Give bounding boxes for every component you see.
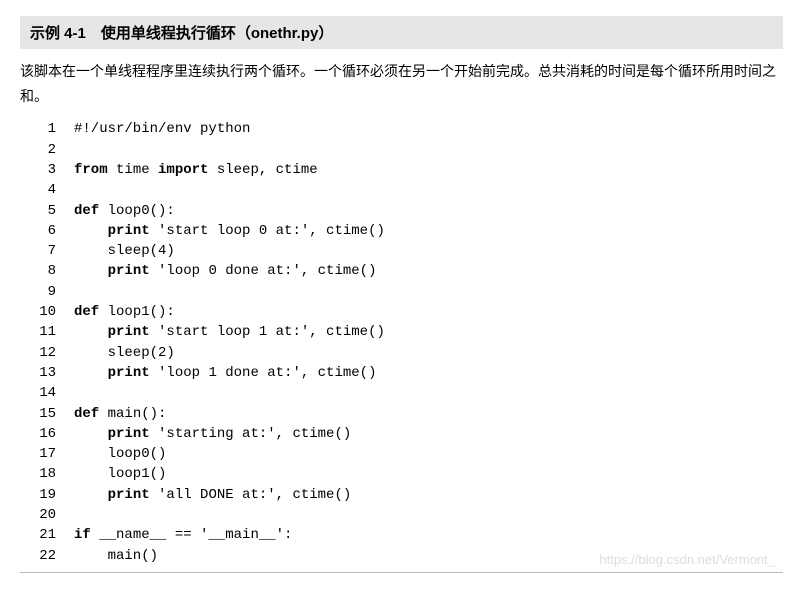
line-number: 10 bbox=[20, 302, 74, 322]
code-text: print 'loop 1 done at:', ctime() bbox=[74, 363, 783, 383]
code-line: 12 sleep(2) bbox=[20, 343, 783, 363]
line-number: 15 bbox=[20, 404, 74, 424]
code-text bbox=[74, 383, 783, 403]
code-text bbox=[74, 180, 783, 200]
code-line: 2 bbox=[20, 140, 783, 160]
example-title: 示例 4-1 使用单线程执行循环（onethr.py） bbox=[20, 16, 783, 49]
line-number: 6 bbox=[20, 221, 74, 241]
code-text: def loop0(): bbox=[74, 201, 783, 221]
code-line: 1#!/usr/bin/env python bbox=[20, 119, 783, 139]
line-number: 14 bbox=[20, 383, 74, 403]
code-text: sleep(4) bbox=[74, 241, 783, 261]
line-number: 16 bbox=[20, 424, 74, 444]
code-text bbox=[74, 282, 783, 302]
code-text: if __name__ == '__main__': bbox=[74, 525, 783, 545]
code-line: 7 sleep(4) bbox=[20, 241, 783, 261]
code-text: print 'loop 0 done at:', ctime() bbox=[74, 261, 783, 281]
code-line: 22 main() bbox=[20, 546, 783, 566]
code-line: 4 bbox=[20, 180, 783, 200]
code-text: loop0() bbox=[74, 444, 783, 464]
code-text: print 'starting at:', ctime() bbox=[74, 424, 783, 444]
code-text: print 'start loop 1 at:', ctime() bbox=[74, 322, 783, 342]
example-description: 该脚本在一个单线程程序里连续执行两个循环。一个循环必须在另一个开始前完成。总共消… bbox=[20, 59, 783, 109]
line-number: 9 bbox=[20, 282, 74, 302]
line-number: 18 bbox=[20, 464, 74, 484]
line-number: 20 bbox=[20, 505, 74, 525]
code-line: 3from time import sleep, ctime bbox=[20, 160, 783, 180]
code-line: 19 print 'all DONE at:', ctime() bbox=[20, 485, 783, 505]
code-listing: 1#!/usr/bin/env python23from time import… bbox=[20, 119, 783, 573]
code-line: 8 print 'loop 0 done at:', ctime() bbox=[20, 261, 783, 281]
line-number: 2 bbox=[20, 140, 74, 160]
code-text bbox=[74, 140, 783, 160]
code-line: 6 print 'start loop 0 at:', ctime() bbox=[20, 221, 783, 241]
code-line: 16 print 'starting at:', ctime() bbox=[20, 424, 783, 444]
code-text: main() bbox=[74, 546, 783, 566]
code-text: loop1() bbox=[74, 464, 783, 484]
code-line: 20 bbox=[20, 505, 783, 525]
line-number: 1 bbox=[20, 119, 74, 139]
line-number: 4 bbox=[20, 180, 74, 200]
line-number: 19 bbox=[20, 485, 74, 505]
code-line: 11 print 'start loop 1 at:', ctime() bbox=[20, 322, 783, 342]
line-number: 5 bbox=[20, 201, 74, 221]
code-text: def main(): bbox=[74, 404, 783, 424]
line-number: 7 bbox=[20, 241, 74, 261]
code-text: def loop1(): bbox=[74, 302, 783, 322]
line-number: 3 bbox=[20, 160, 74, 180]
line-number: 8 bbox=[20, 261, 74, 281]
code-text bbox=[74, 505, 783, 525]
code-line: 5def loop0(): bbox=[20, 201, 783, 221]
line-number: 21 bbox=[20, 525, 74, 545]
code-line: 21if __name__ == '__main__': bbox=[20, 525, 783, 545]
code-text: sleep(2) bbox=[74, 343, 783, 363]
code-line: 9 bbox=[20, 282, 783, 302]
code-text: from time import sleep, ctime bbox=[74, 160, 783, 180]
line-number: 12 bbox=[20, 343, 74, 363]
code-line: 18 loop1() bbox=[20, 464, 783, 484]
line-number: 22 bbox=[20, 546, 74, 566]
code-line: 14 bbox=[20, 383, 783, 403]
code-line: 15def main(): bbox=[20, 404, 783, 424]
code-text: #!/usr/bin/env python bbox=[74, 119, 783, 139]
code-line: 10def loop1(): bbox=[20, 302, 783, 322]
line-number: 11 bbox=[20, 322, 74, 342]
code-line: 13 print 'loop 1 done at:', ctime() bbox=[20, 363, 783, 383]
line-number: 13 bbox=[20, 363, 74, 383]
code-line: 17 loop0() bbox=[20, 444, 783, 464]
code-text: print 'start loop 0 at:', ctime() bbox=[74, 221, 783, 241]
code-text: print 'all DONE at:', ctime() bbox=[74, 485, 783, 505]
line-number: 17 bbox=[20, 444, 74, 464]
